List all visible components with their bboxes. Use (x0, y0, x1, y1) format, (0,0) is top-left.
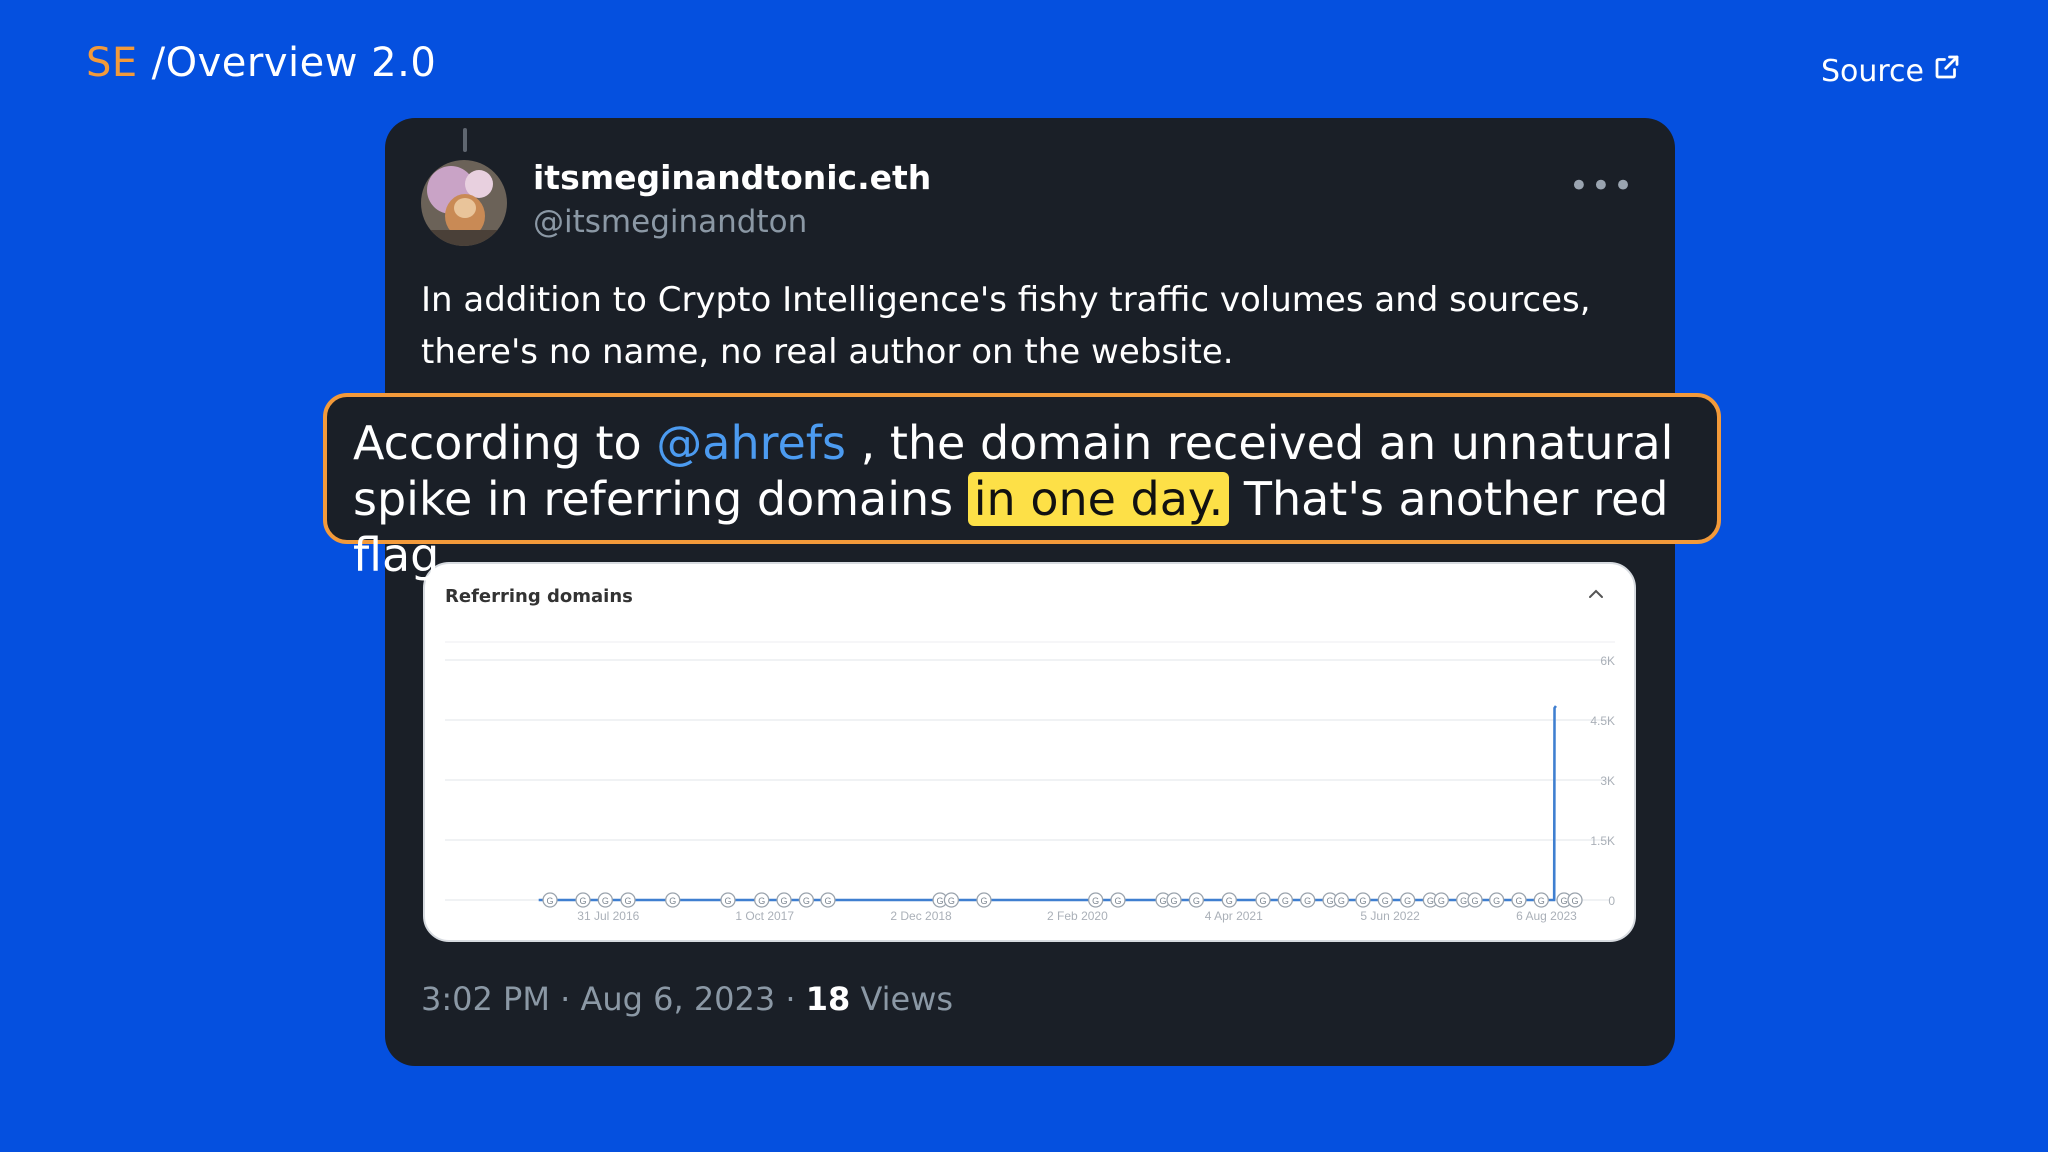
annotation-marker-label: G (1493, 896, 1500, 906)
x-tick-label: 2 Feb 2020 (1047, 909, 1108, 923)
display-name[interactable]: itsmeginandtonic.eth (533, 158, 931, 197)
brand: SE/Overview 2.0 (86, 40, 436, 86)
annotation-marker-label: G (948, 896, 955, 906)
annotation-marker-label: G (1171, 896, 1178, 906)
source-link[interactable]: Source (1821, 52, 1962, 90)
annotation-marker-label: G (1092, 896, 1099, 906)
annotation-marker-label: G (579, 896, 586, 906)
referring-domains-chart: 6K 4.5K 3K 1.5K 0 31 Jul 2016 1 Oct 2017 2 Dec … (423, 562, 1636, 942)
x-tick-label: 2 Dec 2018 (890, 909, 952, 923)
tweet-text: In addition to Crypto Intelligence's fis… (421, 280, 1591, 372)
annotation-marker-label: G (1382, 896, 1389, 906)
annotation-marker-label: G (725, 896, 732, 906)
annotation-marker-label: G (937, 896, 944, 906)
annotation-marker-label: G (625, 896, 632, 906)
annotation-marker-label: G (602, 896, 609, 906)
y-tick-label: 1.5K (1590, 834, 1615, 848)
annotation-marker-label: G (1114, 896, 1121, 906)
chevron-up-icon[interactable] (1584, 582, 1608, 606)
annotation-marker-label: G (1160, 896, 1167, 906)
annotation-marker-label: G (1327, 896, 1334, 906)
annotation-marker-label: G (1260, 896, 1267, 906)
views-count: 18 (805, 980, 851, 1018)
annotation-marker-label: G (1515, 896, 1522, 906)
views-label: Views (850, 980, 954, 1018)
annotation-marker-label: G (1282, 896, 1289, 906)
mention-link[interactable]: @ahrefs (656, 416, 846, 470)
annotation-marker-label: G (1427, 896, 1434, 906)
callout-quote: According to @ahrefs , the domain receiv… (323, 393, 1721, 582)
annotation-marker-label: G (980, 896, 987, 906)
annotation-marker-label: G (669, 896, 676, 906)
x-tick-label: 1 Oct 2017 (735, 909, 794, 923)
source-label: Source (1820, 53, 1924, 89)
chart-title: Referring domains (445, 586, 633, 607)
annotation-marker-label: G (824, 896, 831, 906)
external-link-icon (1932, 52, 1962, 90)
series-line (538, 705, 1557, 902)
annotation-marker-label: G (1438, 896, 1445, 906)
x-tick-label: 5 Jun 2022 (1360, 909, 1420, 923)
thread-connector (463, 128, 467, 152)
annotation-marker-label: G (1338, 896, 1345, 906)
brand-path: /Overview 2.0 (151, 40, 437, 86)
highlighted-phrase: in one day. (967, 472, 1230, 526)
annotation-marker-label: G (1571, 896, 1578, 906)
annotation-marker-label: G (1359, 896, 1366, 906)
annotation-marker-label: G (1538, 896, 1545, 906)
annotation-marker-label: G (1472, 896, 1479, 906)
avatar[interactable] (421, 160, 507, 246)
x-tick-label: 4 Apr 2021 (1205, 909, 1263, 923)
annotation-marker-label: G (781, 896, 788, 906)
user-handle[interactable]: @itsmeginandton (533, 204, 807, 240)
y-tick-label: 0 (1608, 894, 1615, 908)
chart-canvas: 6K 4.5K 3K 1.5K 0 31 Jul 2016 1 Oct 2017 2 Dec … (445, 641, 1615, 923)
x-tick-label: 31 Jul 2016 (577, 909, 639, 923)
annotation-marker-label: G (758, 896, 765, 906)
tweet-meta: 3:02 PM · Aug 6, 2023 · 18 Views (421, 980, 953, 1018)
more-options-icon[interactable]: ••• (1569, 166, 1635, 206)
annotation-marker-label: G (1460, 896, 1467, 906)
annotation-marker-label: G (1561, 896, 1568, 906)
annotation-marker-label: G (547, 896, 554, 906)
y-tick-label: 3K (1600, 774, 1615, 788)
series-area (538, 706, 1556, 900)
annotation-marker-label: G (1404, 896, 1411, 906)
timestamp[interactable]: 3:02 PM · Aug 6, 2023 · (421, 980, 806, 1018)
x-tick-label: 6 Aug 2023 (1516, 909, 1577, 923)
annotation-marker-label: G (1193, 896, 1200, 906)
y-tick-label: 4.5K (1590, 714, 1615, 728)
annotation-marker-label: G (803, 896, 810, 906)
annotation-marker-label: G (1226, 896, 1233, 906)
callout-prefix: According to (353, 416, 657, 470)
y-tick-label: 6K (1600, 654, 1615, 668)
annotation-marker-label: G (1304, 896, 1311, 906)
brand-mark: SE (86, 40, 138, 86)
